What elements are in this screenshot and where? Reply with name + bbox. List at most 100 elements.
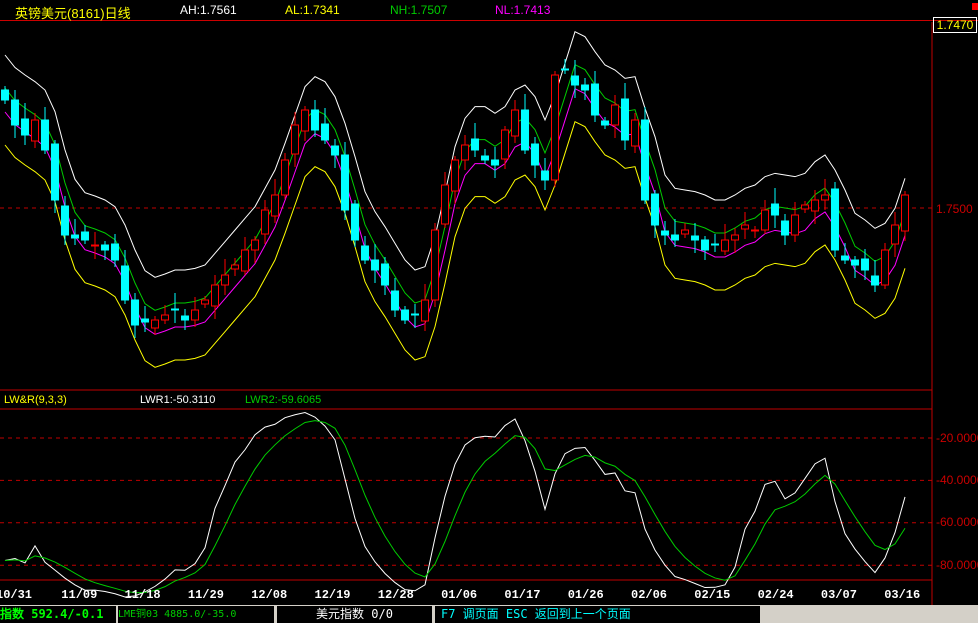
candle-body: [291, 124, 299, 155]
candle-body: [191, 309, 199, 321]
candle-body: [871, 275, 879, 286]
price-chart[interactable]: [0, 0, 978, 605]
candle-body: [271, 194, 279, 217]
candle-body: [561, 68, 569, 71]
candle-body: [591, 83, 599, 116]
indicator-name: LW&R(9,3,3): [4, 394, 67, 406]
status-lme[interactable]: LME铜03 4885.0/-35.0: [118, 606, 274, 623]
candle-body: [321, 123, 329, 141]
candle-body: [311, 109, 319, 131]
candle-body: [71, 234, 79, 239]
candle-body: [331, 145, 339, 156]
candle-body: [901, 194, 909, 232]
date-tick-label: 12/19: [314, 588, 351, 602]
candle-body: [521, 109, 529, 151]
price-tick-label: 1.7500: [936, 202, 973, 216]
candle-body: [491, 159, 499, 166]
candle-body: [161, 314, 169, 321]
current-price-label: 1.7470: [933, 17, 977, 33]
date-tick-label: 10/31: [0, 588, 33, 602]
candle-body: [851, 259, 859, 266]
date-tick-label: 11/18: [124, 588, 161, 602]
date-tick-label: 11/29: [187, 588, 224, 602]
date-tick-label: 01/17: [504, 588, 541, 602]
candle-body: [631, 119, 639, 147]
candle-body: [431, 229, 439, 301]
candle-body: [891, 224, 899, 245]
candle-body: [821, 194, 829, 201]
date-tick-label: 01/06: [441, 588, 478, 602]
candle-body: [121, 265, 129, 301]
candle-body: [201, 299, 209, 305]
date-axis: 10/31 11/09 11/18 11/29 12/08 12/19 12/28 01/06…: [0, 588, 930, 606]
candle-body: [371, 259, 379, 271]
candle-body: [251, 239, 259, 251]
candle-body: [261, 209, 269, 235]
candle-body: [661, 230, 669, 236]
sub-tick-label: -40.0000: [936, 473, 978, 487]
candle-body: [801, 204, 809, 210]
candle-body: [811, 199, 819, 212]
candle-body: [231, 264, 239, 270]
sub-tick-label: -80.0000: [936, 558, 978, 572]
candle-body: [741, 224, 749, 230]
candle-body: [11, 99, 19, 126]
candle-body: [441, 184, 449, 225]
sub-tick-label: -20.0000: [936, 431, 978, 445]
candle-body: [421, 299, 429, 322]
candle-body: [91, 244, 99, 247]
candle-body: [881, 249, 889, 286]
candle-body: [101, 244, 109, 251]
candle-body: [831, 188, 839, 251]
candle-body: [691, 235, 699, 241]
sub-tick-label: -60.0000: [936, 515, 978, 529]
candle-body: [731, 234, 739, 241]
candle-body: [281, 159, 289, 196]
candle-body: [61, 205, 69, 236]
band-line-ah: [4, 30, 906, 278]
candle-body: [681, 229, 689, 235]
lwr2-value: LWR2:-59.6065: [245, 394, 322, 406]
lwr2-line: [4, 420, 906, 594]
lwr1-line: [4, 412, 906, 598]
candle-body: [611, 104, 619, 126]
candle-body: [501, 129, 509, 160]
candle-body: [21, 118, 29, 136]
candle-body: [241, 249, 249, 272]
status-bar: 指数 592.4/-0.1 LME铜03 4885.0/-35.0 美元指数 0…: [0, 605, 978, 623]
candle-body: [221, 274, 229, 286]
candle-body: [41, 119, 49, 151]
candle-body: [181, 315, 189, 321]
candle-body: [471, 138, 479, 151]
candle-body: [111, 243, 119, 261]
candle-body: [131, 299, 139, 326]
candle-body: [711, 243, 719, 246]
candle-body: [461, 144, 469, 161]
date-tick-label: 02/15: [694, 588, 731, 602]
candle-body: [641, 119, 649, 201]
candle-body: [531, 143, 539, 166]
candle-body: [541, 170, 549, 181]
candle-body: [351, 203, 359, 241]
candle-body: [601, 120, 609, 126]
candle-body: [51, 143, 59, 201]
candle-body: [141, 318, 149, 323]
candle-body: [781, 220, 789, 236]
candle-body: [81, 231, 89, 241]
date-tick-label: 11/09: [61, 588, 98, 602]
date-tick-label: 03/07: [820, 588, 857, 602]
status-keys-hint: F7 调页面 ESC 返回到上一个页面: [435, 606, 760, 623]
status-index[interactable]: 指数 592.4/-0.1: [0, 606, 116, 623]
date-tick-label: 03/16: [884, 588, 921, 602]
lwr1-value: LWR1:-50.3110: [140, 394, 216, 406]
date-tick-label: 02/06: [631, 588, 668, 602]
candle-body: [361, 245, 369, 261]
candle-body: [791, 214, 799, 236]
date-tick-label: 12/08: [251, 588, 288, 602]
candle-body: [171, 308, 179, 311]
candle-body: [411, 313, 419, 316]
status-usd-index[interactable]: 美元指数 0/0: [277, 606, 432, 623]
candle-body: [301, 109, 309, 132]
candle-body: [401, 309, 409, 321]
date-tick-label: 12/28: [377, 588, 414, 602]
